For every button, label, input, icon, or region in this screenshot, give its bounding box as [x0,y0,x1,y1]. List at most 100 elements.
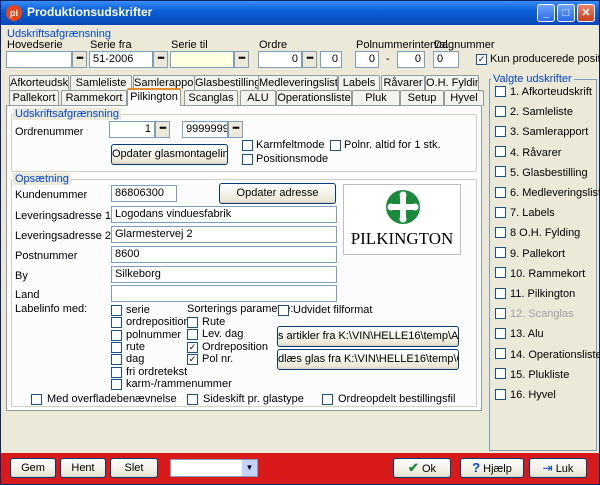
ok-button[interactable]: ✔ Ok [393,458,451,478]
report-checkbox[interactable] [495,146,506,158]
tab-hyvel[interactable]: Hyvel [444,90,484,106]
ordre-lookup-button[interactable]: ••• [302,51,317,68]
overfladebenaevnelse-checkbox[interactable] [31,394,42,405]
tab-glasbestilling[interactable]: Glasbestilling [194,75,260,91]
ordre-position-input[interactable]: 0 [320,51,342,68]
polnummer-to-input[interactable]: 0 [397,51,425,68]
ordrenummer-to-lookup[interactable]: ••• [228,121,243,138]
by-input[interactable]: Silkeborg [111,266,337,283]
report-checkbox[interactable] [495,287,506,299]
report-list-item[interactable]: 2. Samleliste [495,105,573,122]
report-checkbox[interactable] [495,247,506,259]
tab-alu[interactable]: ALU [240,90,276,106]
ordre-input[interactable]: 0 [258,51,302,68]
luk-button[interactable]: ⇥ Luk [529,458,587,478]
tab-samleliste[interactable]: Samleliste [70,75,132,91]
tab-operationsliste[interactable]: Operationsliste [276,90,352,106]
ordrenummer-from-lookup[interactable]: ••• [155,121,170,138]
saved-settings-dropdown[interactable]: ▼ [170,459,258,477]
report-list-item[interactable]: 8 O.H. Fylding [495,226,580,243]
postnummer-input[interactable]: 8600 [111,246,337,263]
report-list-item[interactable]: 3. Samlerapport [495,125,588,142]
tab-labels[interactable]: Labels [338,75,380,91]
report-list-item[interactable]: 1. Afkorteudskrift [495,85,592,102]
chevron-down-icon[interactable]: ▼ [242,460,257,476]
hovedserie-input[interactable] [6,51,72,68]
tab-pluk[interactable]: Pluk [352,90,400,106]
report-checkbox[interactable] [495,125,506,137]
report-list-item[interactable]: 7. Labels [495,206,555,223]
report-checkbox[interactable] [495,206,506,218]
report-checkbox[interactable] [495,166,506,178]
hjaelp-button[interactable]: ? Hjælp [460,458,524,478]
tab-afkorteudskrift[interactable]: Afkorteudskrift [9,75,69,91]
report-list-item[interactable]: 13. Alu [495,327,544,344]
serie-til-lookup-button[interactable]: ••• [234,51,249,68]
leveringsadresse2-input[interactable]: Glarmestervej 2 [111,226,337,243]
report-checkbox[interactable] [495,348,506,360]
karmfeltmode-checkbox[interactable] [242,140,253,151]
ordreopdelt-checkbox[interactable] [322,394,333,405]
report-checkbox[interactable] [495,226,506,238]
report-list-item[interactable]: 6. Medleveringsliste [495,186,600,203]
indlaes-artikler-button[interactable]: s artikler fra K:\VIN\HELLE16\temp\ARTIK… [277,326,459,347]
gem-button[interactable]: Gem [10,458,56,478]
tab-råvarer[interactable]: Råvarer [381,75,425,91]
leveringsadresse1-input[interactable]: Logodans vinduesfabrik [111,206,337,223]
kundenummer-input[interactable]: 86806300 [111,185,177,202]
sortering-checkbox[interactable] [187,329,198,341]
labelinfo-checkbox[interactable] [111,378,122,390]
report-checkbox[interactable] [495,368,506,380]
slet-button[interactable]: Slet [110,458,158,478]
report-checkbox[interactable] [495,267,506,279]
title-bar[interactable]: pi Produktionsudskrifter _ □ ✕ [1,1,599,25]
close-button[interactable]: ✕ [577,4,595,22]
kun-producerede-checkbox[interactable]: ✓ [476,54,487,65]
labelinfo-checkbox[interactable] [111,317,122,329]
report-checkbox[interactable] [495,105,506,117]
land-input[interactable] [111,285,337,302]
tab-scanglas[interactable]: Scanglas [184,90,238,106]
report-list-item[interactable]: 16. Hyvel [495,388,556,405]
serie-til-input[interactable] [170,51,234,68]
positionsmode-checkbox[interactable] [242,154,253,165]
sortering-checkbox[interactable] [187,317,198,328]
sideskift-checkbox[interactable] [187,394,198,405]
polnummer-from-input[interactable]: 0 [355,51,379,68]
ordrenummer-from-input[interactable]: 1 [109,121,155,138]
hent-button[interactable]: Hent [60,458,106,478]
report-list-item[interactable]: 11. Pilkington [495,287,575,304]
minimize-button[interactable]: _ [537,4,555,22]
sortering-checkbox[interactable]: ✓ [187,341,198,353]
tab-setup[interactable]: Setup [400,90,444,106]
serie-fra-input[interactable]: 51-2006 [89,51,153,68]
maximize-button[interactable]: □ [557,4,575,22]
report-list-item[interactable]: 14. Operationsliste [495,348,600,365]
tab-rammekort[interactable]: Rammekort [61,90,127,106]
report-list-item[interactable]: 4. Råvarer [495,146,561,163]
ordrenummer-to-input[interactable]: 99999999 [182,121,228,138]
labelinfo-checkbox[interactable] [111,366,122,378]
labelinfo-checkbox[interactable] [111,354,122,366]
report-checkbox[interactable] [495,186,506,198]
indlaes-glas-button[interactable]: dlæs glas fra K:\VIN\HELLE16\temp\GLAS.A… [277,349,459,370]
labelinfo-checkbox[interactable] [111,305,122,316]
report-checkbox[interactable] [495,388,506,400]
dagnummer-input[interactable]: 0 [433,51,459,68]
report-list-item[interactable]: 9. Pallekort [495,247,565,264]
serie-fra-lookup-button[interactable]: ••• [153,51,168,68]
hovedserie-lookup-button[interactable]: ••• [72,51,87,68]
report-list-item[interactable]: 5. Glasbestilling [495,166,588,183]
polnr-altid-checkbox[interactable] [330,140,341,151]
report-list-item[interactable]: 10. Rammekort [495,267,585,284]
labelinfo-checkbox[interactable] [111,341,122,353]
labelinfo-checkbox[interactable] [111,329,122,341]
tab-pallekort[interactable]: Pallekort [9,90,59,106]
opdater-adresse-button[interactable]: Opdater adresse [219,183,336,204]
sortering-checkbox[interactable]: ✓ [187,353,198,365]
tab-medleveringsliste[interactable]: Medleveringsliste [258,75,338,91]
report-list-item[interactable]: 15. Plukliste [495,368,569,385]
report-checkbox[interactable] [495,327,506,339]
tab-o-h-fylding[interactable]: O.H. Fylding [425,75,479,91]
udvidet-filformat-checkbox[interactable] [278,305,289,316]
